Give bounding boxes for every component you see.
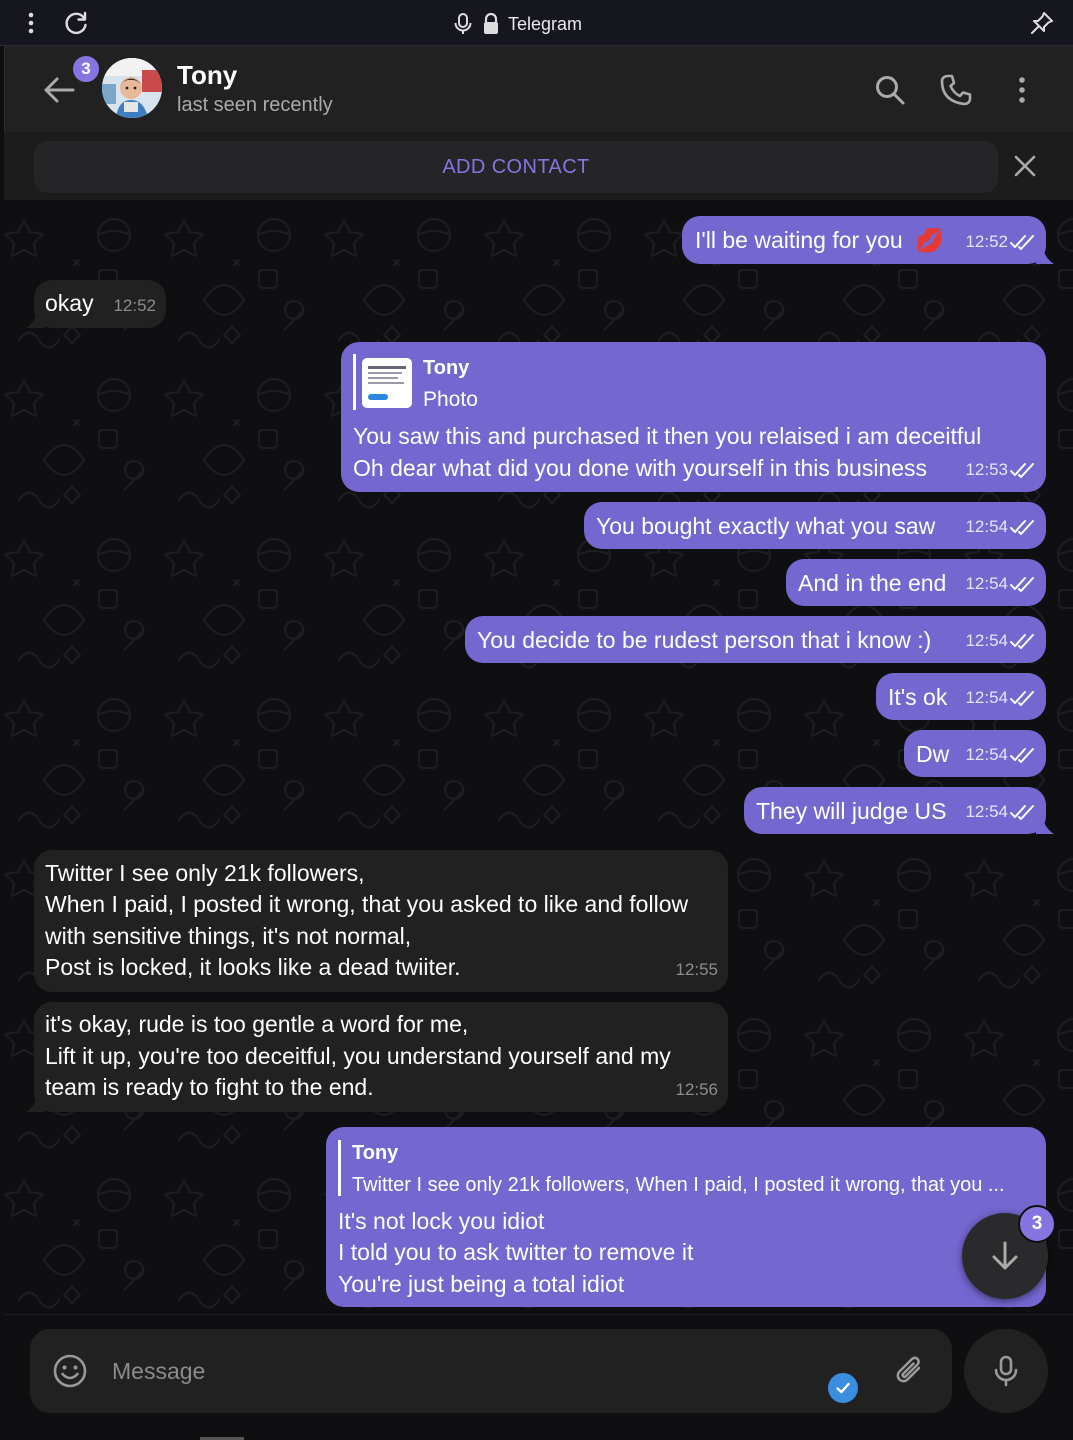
message-bubble-outgoing[interactable]: It's ok 12:54 bbox=[876, 673, 1046, 720]
contact-status: last seen recently bbox=[177, 94, 333, 116]
add-contact-button[interactable]: ADD CONTACT bbox=[34, 141, 998, 193]
browser-toolbar: Telegram bbox=[0, 0, 1073, 46]
message-bubble-outgoing[interactable]: They will judge US 12:54 bbox=[744, 787, 1054, 834]
message-text: You decide to be rudest person that i kn… bbox=[477, 627, 932, 653]
message-text: They will judge US bbox=[756, 798, 947, 824]
message-text: Dw bbox=[916, 741, 950, 767]
reply-bar bbox=[353, 354, 356, 410]
message-text-line: it's okay, rude is too gentle a word for… bbox=[45, 1011, 469, 1037]
double-check-icon bbox=[1010, 463, 1034, 478]
bubble-tail bbox=[1036, 814, 1054, 834]
message-text-line: team is ready to fight to the end. bbox=[45, 1074, 374, 1100]
message-time: 12:54 bbox=[965, 517, 1008, 536]
message-bubble-incoming[interactable]: okay 12:52 bbox=[26, 280, 166, 328]
paperclip-icon[interactable] bbox=[892, 1353, 928, 1389]
lock-icon bbox=[484, 12, 498, 34]
message-text-line: Twitter I see only 21k followers, bbox=[45, 860, 365, 886]
message-text-line: with sensitive things, it's not normal, bbox=[45, 923, 412, 949]
contact-name[interactable]: Tony bbox=[177, 60, 237, 91]
back-arrow-icon[interactable] bbox=[41, 72, 77, 108]
message-bubble-incoming[interactable]: it's okay, rude is too gentle a word for… bbox=[26, 1002, 728, 1112]
message-text-line: When I paid, I posted it wrong, that you… bbox=[45, 891, 689, 917]
message-time: 12:52 bbox=[113, 296, 156, 315]
message-time: 12:54 bbox=[965, 631, 1008, 650]
message-time: 12:52 bbox=[965, 232, 1008, 251]
message-bubble-outgoing[interactable]: And in the end 12:54 bbox=[786, 559, 1046, 606]
double-check-icon bbox=[1010, 577, 1034, 592]
message-input[interactable] bbox=[112, 1347, 812, 1395]
avatar[interactable] bbox=[102, 58, 162, 118]
message-bubble-outgoing[interactable]: I'll be waiting for you 💋 12:52 bbox=[682, 216, 1054, 264]
message-bubble-outgoing[interactable]: Tony Twitter I see only 21k followers, W… bbox=[326, 1127, 1046, 1307]
message-text-line: Lift it up, you're too deceitful, you un… bbox=[45, 1043, 671, 1069]
message-list[interactable]: I'll be waiting for you 💋 12:52 okay 12:… bbox=[4, 200, 1073, 1314]
more-vertical-icon[interactable] bbox=[1004, 72, 1040, 108]
double-check-icon bbox=[1010, 805, 1034, 820]
search-icon[interactable] bbox=[872, 72, 908, 108]
message-composer bbox=[30, 1329, 952, 1413]
phone-icon[interactable] bbox=[938, 72, 974, 108]
kiss-emoji: 💋 bbox=[915, 227, 944, 253]
message-time: 12:54 bbox=[965, 745, 1008, 764]
close-icon[interactable] bbox=[1011, 152, 1039, 180]
double-check-icon bbox=[1010, 520, 1034, 535]
bubble-tail bbox=[26, 1092, 44, 1112]
reply-photo-thumbnail bbox=[362, 358, 412, 408]
voice-record-button[interactable] bbox=[964, 1329, 1048, 1413]
check-badge-icon bbox=[828, 1373, 858, 1403]
message-time: 12:55 bbox=[675, 960, 718, 979]
bubble-tail bbox=[26, 308, 44, 328]
message-time: 12:53 bbox=[965, 460, 1008, 479]
reply-bar bbox=[338, 1140, 341, 1196]
emoji-icon[interactable] bbox=[52, 1353, 88, 1389]
message-text-line: It's not lock you idiot bbox=[338, 1208, 545, 1234]
message-bubble-outgoing[interactable]: You decide to be rudest person that i kn… bbox=[465, 616, 1046, 663]
double-check-icon bbox=[1010, 748, 1034, 763]
unread-count-badge: 3 bbox=[71, 54, 101, 84]
message-text: It's ok bbox=[888, 684, 948, 710]
reply-preview-text: Twitter I see only 21k followers, When I… bbox=[352, 1174, 1005, 1196]
bubble-tail bbox=[1036, 244, 1054, 264]
message-text-line: I told you to ask twitter to remove it bbox=[338, 1239, 694, 1265]
message-bubble-outgoing[interactable]: You bought exactly what you saw 12:54 bbox=[584, 502, 1046, 549]
message-text-line: You're just being a total idiot bbox=[338, 1271, 625, 1297]
message-text-line: Post is locked, it looks like a dead twi… bbox=[45, 954, 461, 980]
message-bubble-incoming[interactable]: Twitter I see only 21k followers, When I… bbox=[34, 850, 728, 992]
more-vertical-icon[interactable] bbox=[20, 10, 42, 36]
microphone-icon bbox=[994, 1355, 1018, 1387]
page-title: Telegram bbox=[508, 13, 583, 34]
message-time: 12:54 bbox=[965, 688, 1008, 707]
message-time: 12:54 bbox=[965, 802, 1008, 821]
message-text: And in the end bbox=[798, 570, 947, 596]
microphone-icon bbox=[454, 13, 472, 34]
message-time: 12:56 bbox=[675, 1080, 718, 1099]
message-time: 12:54 bbox=[965, 574, 1008, 593]
message-text-line: You saw this and purchased it then you r… bbox=[353, 423, 982, 449]
reply-preview-text: Photo bbox=[423, 388, 478, 411]
message-text: I'll be waiting for you bbox=[695, 227, 903, 253]
message-text: You bought exactly what you saw bbox=[596, 513, 936, 539]
arrow-down-icon bbox=[992, 1241, 1018, 1270]
reload-icon[interactable] bbox=[62, 10, 90, 38]
double-check-icon bbox=[1010, 691, 1034, 706]
message-bubble-outgoing[interactable]: Dw 12:54 bbox=[904, 730, 1046, 777]
message-bubble-outgoing[interactable]: Tony Photo You saw this and purchased it… bbox=[341, 342, 1046, 492]
address-bar[interactable]: Telegram bbox=[452, 10, 582, 38]
pin-icon[interactable] bbox=[1029, 10, 1055, 36]
message-text: okay bbox=[45, 290, 94, 316]
double-check-icon bbox=[1010, 634, 1034, 649]
message-text-line: Oh dear what did you done with yourself … bbox=[353, 455, 928, 481]
reply-sender-name: Tony bbox=[352, 1142, 399, 1164]
composer-area bbox=[4, 1314, 1073, 1440]
chat-header: 3 Tony last seen recently bbox=[4, 46, 1073, 132]
add-contact-bar: ADD CONTACT bbox=[4, 132, 1073, 200]
reply-sender-name: Tony bbox=[423, 357, 470, 379]
unread-count-badge: 3 bbox=[1018, 1205, 1056, 1243]
double-check-icon bbox=[1010, 235, 1034, 250]
